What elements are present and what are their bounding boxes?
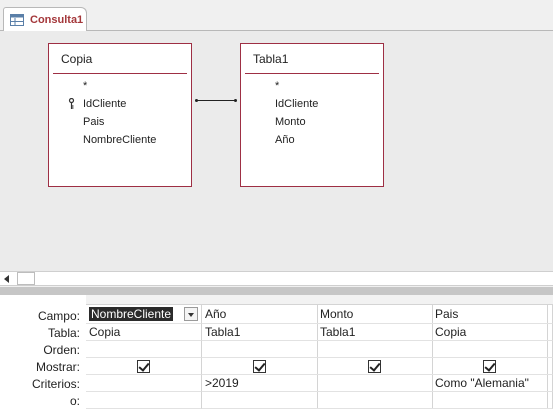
field-label: IdCliente	[83, 98, 127, 110]
show-checkbox[interactable]	[253, 360, 266, 373]
field-item[interactable]: Año	[241, 131, 383, 149]
tabla-cell[interactable]: Tabla1	[202, 324, 318, 341]
row-labels: Campo: Tabla: Orden: Mostrar: Criterios:…	[0, 308, 86, 410]
tab-label: Consulta1	[30, 14, 84, 26]
o-cell[interactable]	[202, 392, 318, 409]
pane-splitter[interactable]	[0, 287, 553, 295]
row-label-o: o:	[69, 394, 80, 408]
o-cell[interactable]	[317, 392, 433, 409]
show-checkbox[interactable]	[368, 360, 381, 373]
criterios-cell[interactable]: >2019	[202, 375, 318, 392]
field-label: Monto	[275, 116, 306, 128]
field-item[interactable]: NombreCliente	[49, 131, 191, 149]
orden-cell[interactable]	[86, 341, 202, 358]
show-checkbox[interactable]	[137, 360, 150, 373]
campo-cell[interactable]: Año	[202, 305, 318, 324]
join-line[interactable]	[195, 99, 237, 102]
field-list: * IdCliente Pais NombreCliente	[49, 74, 191, 149]
field-label: *	[275, 80, 280, 92]
grid-column-1: NombreCliente Copia	[86, 305, 202, 409]
row-label-mostrar: Mostrar:	[35, 360, 80, 374]
query-icon	[10, 14, 24, 26]
document-tab-bar: Consulta1	[0, 0, 553, 32]
criterios-cell[interactable]: Como "Alemania"	[432, 375, 548, 392]
row-label-tabla: Tabla:	[47, 326, 80, 340]
mostrar-cell[interactable]	[547, 358, 553, 375]
query-design-area[interactable]: Copia * IdCliente Pais NombreCliente Tab…	[0, 31, 553, 271]
tabla-cell[interactable]: Copia	[86, 324, 202, 341]
mostrar-cell	[86, 358, 202, 375]
column-selector-bar[interactable]	[86, 295, 553, 305]
horizontal-scrollbar[interactable]	[0, 271, 553, 286]
tabla-cell[interactable]	[547, 324, 553, 341]
show-checkbox[interactable]	[483, 360, 496, 373]
mostrar-cell	[432, 358, 548, 375]
row-label-campo: Campo:	[37, 309, 80, 323]
chevron-down-icon[interactable]	[184, 307, 198, 321]
orden-cell[interactable]	[432, 341, 548, 358]
mostrar-cell	[317, 358, 433, 375]
row-label-criterios: Criterios:	[31, 377, 80, 391]
orden-cell[interactable]	[202, 341, 318, 358]
criterios-cell[interactable]	[86, 375, 202, 392]
campo-cell[interactable]	[547, 305, 553, 324]
field-list: * IdCliente Monto Año	[241, 74, 383, 149]
field-label: Año	[275, 134, 295, 146]
field-item[interactable]: Monto	[241, 113, 383, 131]
field-item[interactable]: *	[49, 77, 191, 95]
field-label: *	[83, 80, 88, 92]
scroll-left-icon[interactable]	[4, 275, 9, 283]
tabla-cell[interactable]: Copia	[432, 324, 548, 341]
criterios-cell[interactable]	[317, 375, 433, 392]
campo-value[interactable]: NombreCliente	[89, 307, 174, 321]
table-title[interactable]: Copia	[53, 44, 187, 74]
table-tabla1[interactable]: Tabla1 * IdCliente Monto Año	[240, 43, 384, 187]
field-label: NombreCliente	[83, 134, 157, 146]
table-copia[interactable]: Copia * IdCliente Pais NombreCliente	[48, 43, 192, 187]
query-grid: Campo: Tabla: Orden: Mostrar: Criterios:…	[0, 295, 553, 420]
campo-cell[interactable]: Pais	[432, 305, 548, 324]
grid-column-2: Año Tabla1 >2019	[202, 305, 318, 409]
scrollbar-thumb[interactable]	[17, 272, 35, 285]
row-label-orden: Orden:	[43, 343, 80, 357]
mostrar-cell	[202, 358, 318, 375]
o-cell[interactable]	[86, 392, 202, 409]
field-item[interactable]: *	[241, 77, 383, 95]
criterios-cell[interactable]	[547, 375, 553, 392]
grid-column-3: Monto Tabla1	[317, 305, 433, 409]
o-cell[interactable]	[547, 392, 553, 409]
field-item[interactable]: Pais	[49, 113, 191, 131]
grid-column-4: Pais Copia Como "Alemania"	[432, 305, 548, 409]
primary-key-icon	[68, 97, 75, 110]
table-title[interactable]: Tabla1	[245, 44, 379, 74]
field-label: Pais	[83, 116, 105, 128]
o-cell[interactable]	[432, 392, 548, 409]
grid-column-5	[547, 305, 553, 409]
tabla-cell[interactable]: Tabla1	[317, 324, 433, 341]
field-item[interactable]: IdCliente	[241, 95, 383, 113]
orden-cell[interactable]	[317, 341, 433, 358]
campo-cell[interactable]: NombreCliente	[86, 305, 202, 324]
orden-cell[interactable]	[547, 341, 553, 358]
field-item[interactable]: IdCliente	[49, 95, 191, 113]
field-label: IdCliente	[275, 98, 319, 110]
campo-cell[interactable]: Monto	[317, 305, 433, 324]
tab-consulta1[interactable]: Consulta1	[3, 7, 87, 32]
